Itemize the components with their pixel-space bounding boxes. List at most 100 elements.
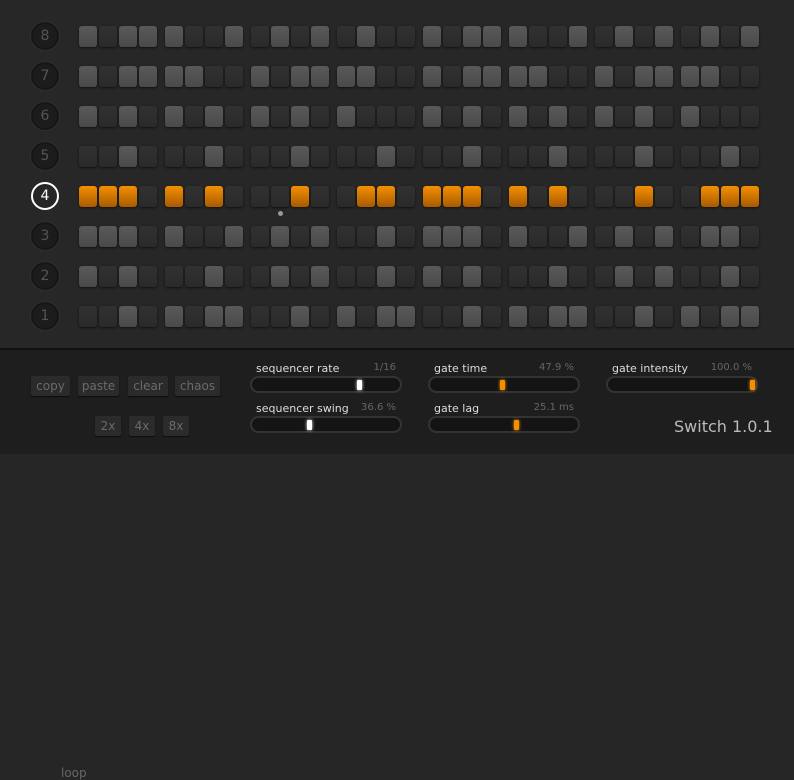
- step-cell[interactable]: [185, 26, 203, 47]
- step-cell[interactable]: [509, 266, 527, 287]
- step-cell[interactable]: [741, 106, 759, 127]
- slider-track[interactable]: [250, 376, 402, 393]
- step-cell[interactable]: [443, 266, 461, 287]
- paste-button[interactable]: paste: [78, 376, 119, 396]
- step-cell[interactable]: [509, 306, 527, 327]
- step-cell[interactable]: [99, 106, 117, 127]
- step-cell[interactable]: [615, 306, 633, 327]
- step-cell[interactable]: [119, 66, 137, 87]
- step-cell[interactable]: [635, 266, 653, 287]
- step-cell[interactable]: [311, 306, 329, 327]
- row-select-button-4[interactable]: 4: [31, 182, 59, 210]
- step-cell[interactable]: [463, 306, 481, 327]
- step-cell[interactable]: [119, 186, 137, 207]
- step-cell[interactable]: [721, 226, 739, 247]
- step-cell[interactable]: [79, 226, 97, 247]
- step-cell[interactable]: [139, 306, 157, 327]
- step-cell[interactable]: [549, 186, 567, 207]
- step-cell[interactable]: [79, 306, 97, 327]
- step-cell[interactable]: [271, 26, 289, 47]
- step-cell[interactable]: [205, 26, 223, 47]
- step-cell[interactable]: [251, 26, 269, 47]
- step-cell[interactable]: [337, 226, 355, 247]
- step-cell[interactable]: [423, 306, 441, 327]
- step-cell[interactable]: [741, 266, 759, 287]
- step-cell[interactable]: [635, 26, 653, 47]
- step-cell[interactable]: [397, 186, 415, 207]
- loop-8x-button[interactable]: 8x: [163, 416, 189, 436]
- step-cell[interactable]: [357, 226, 375, 247]
- step-cell[interactable]: [397, 26, 415, 47]
- step-cell[interactable]: [549, 226, 567, 247]
- step-cell[interactable]: [185, 106, 203, 127]
- step-cell[interactable]: [79, 106, 97, 127]
- step-cell[interactable]: [701, 106, 719, 127]
- gate-intensity-slider[interactable]: gate intensity 100.0 %: [606, 362, 758, 394]
- gate-time-slider[interactable]: gate time 47.9 %: [428, 362, 580, 394]
- step-cell[interactable]: [681, 26, 699, 47]
- step-cell[interactable]: [271, 106, 289, 127]
- step-cell[interactable]: [271, 266, 289, 287]
- step-cell[interactable]: [337, 106, 355, 127]
- row-select-button-6[interactable]: 6: [31, 102, 59, 130]
- step-cell[interactable]: [509, 66, 527, 87]
- step-cell[interactable]: [311, 66, 329, 87]
- step-cell[interactable]: [463, 66, 481, 87]
- step-cell[interactable]: [569, 26, 587, 47]
- clear-button[interactable]: clear: [128, 376, 168, 396]
- step-cell[interactable]: [291, 26, 309, 47]
- step-cell[interactable]: [549, 306, 567, 327]
- row-select-button-5[interactable]: 5: [31, 142, 59, 170]
- step-cell[interactable]: [595, 226, 613, 247]
- step-cell[interactable]: [721, 26, 739, 47]
- step-cell[interactable]: [139, 146, 157, 167]
- step-cell[interactable]: [205, 266, 223, 287]
- row-select-button-8[interactable]: 8: [31, 22, 59, 50]
- step-cell[interactable]: [741, 306, 759, 327]
- step-cell[interactable]: [139, 26, 157, 47]
- step-cell[interactable]: [377, 266, 395, 287]
- slider-handle[interactable]: [306, 420, 312, 430]
- step-cell[interactable]: [595, 146, 613, 167]
- step-cell[interactable]: [569, 106, 587, 127]
- step-cell[interactable]: [357, 26, 375, 47]
- step-cell[interactable]: [225, 306, 243, 327]
- sequencer-swing-slider[interactable]: sequencer swing 36.6 %: [250, 402, 402, 434]
- step-cell[interactable]: [595, 26, 613, 47]
- row-select-button-7[interactable]: 7: [31, 62, 59, 90]
- step-cell[interactable]: [99, 26, 117, 47]
- step-cell[interactable]: [311, 186, 329, 207]
- step-cell[interactable]: [225, 226, 243, 247]
- step-cell[interactable]: [397, 146, 415, 167]
- step-cell[interactable]: [251, 66, 269, 87]
- slider-track[interactable]: [428, 376, 580, 393]
- row-select-button-2[interactable]: 2: [31, 262, 59, 290]
- row-select-button-3[interactable]: 3: [31, 222, 59, 250]
- step-cell[interactable]: [569, 226, 587, 247]
- step-cell[interactable]: [377, 146, 395, 167]
- step-cell[interactable]: [397, 226, 415, 247]
- step-cell[interactable]: [337, 266, 355, 287]
- step-cell[interactable]: [509, 26, 527, 47]
- step-cell[interactable]: [741, 26, 759, 47]
- step-cell[interactable]: [119, 26, 137, 47]
- step-cell[interactable]: [165, 146, 183, 167]
- step-cell[interactable]: [271, 66, 289, 87]
- step-cell[interactable]: [721, 146, 739, 167]
- step-cell[interactable]: [655, 26, 673, 47]
- step-cell[interactable]: [79, 146, 97, 167]
- step-cell[interactable]: [549, 66, 567, 87]
- step-cell[interactable]: [635, 66, 653, 87]
- step-cell[interactable]: [615, 146, 633, 167]
- step-cell[interactable]: [357, 266, 375, 287]
- step-cell[interactable]: [205, 66, 223, 87]
- step-cell[interactable]: [291, 66, 309, 87]
- step-cell[interactable]: [681, 266, 699, 287]
- loop-2x-button[interactable]: 2x: [95, 416, 121, 436]
- step-cell[interactable]: [721, 106, 739, 127]
- step-cell[interactable]: [337, 306, 355, 327]
- step-cell[interactable]: [529, 26, 547, 47]
- step-cell[interactable]: [721, 66, 739, 87]
- step-cell[interactable]: [595, 266, 613, 287]
- step-cell[interactable]: [423, 106, 441, 127]
